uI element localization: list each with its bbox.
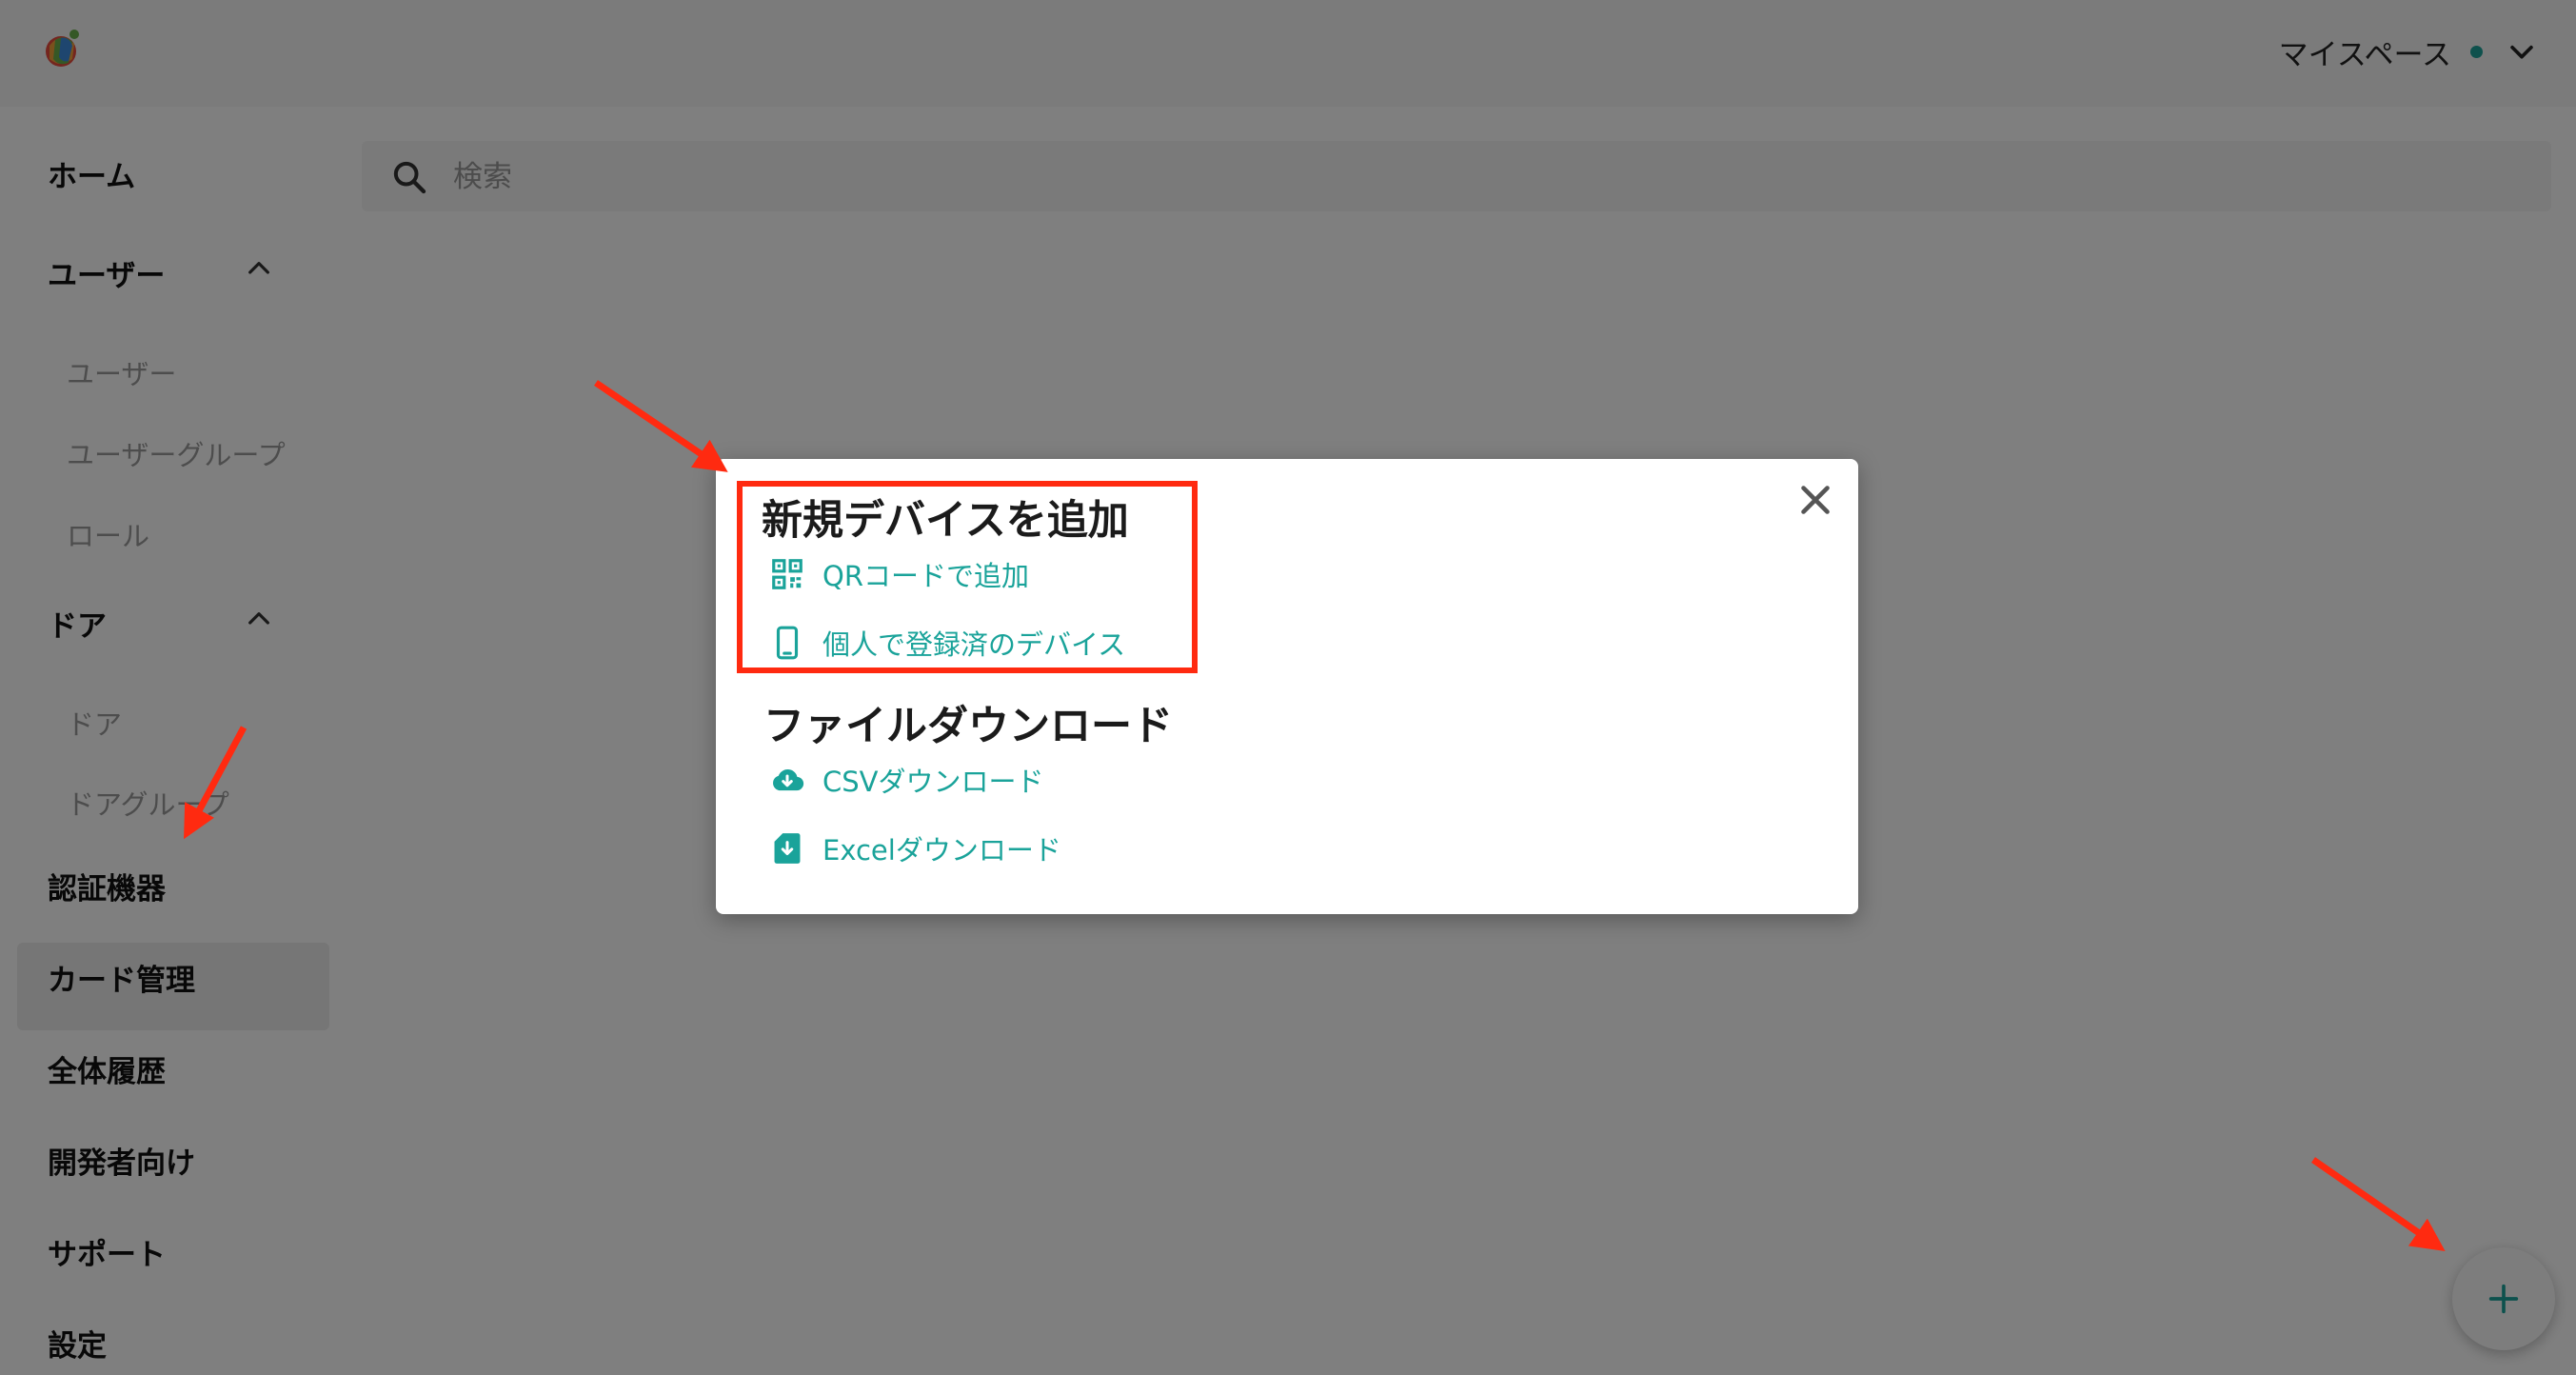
file-download-title: ファイルダウンロード	[763, 703, 1173, 750]
cloud-download-icon	[773, 769, 804, 791]
csv-download-label: CSVダウンロード	[822, 766, 1044, 798]
excel-download-button[interactable]: Excelダウンロード	[769, 828, 1061, 868]
close-icon[interactable]	[1792, 476, 1839, 524]
excel-download-label: Excelダウンロード	[822, 834, 1061, 867]
csv-download-button[interactable]: CSVダウンロード	[769, 760, 1044, 800]
annotation-highlight-box	[737, 481, 1198, 673]
file-download-icon	[774, 833, 801, 864]
